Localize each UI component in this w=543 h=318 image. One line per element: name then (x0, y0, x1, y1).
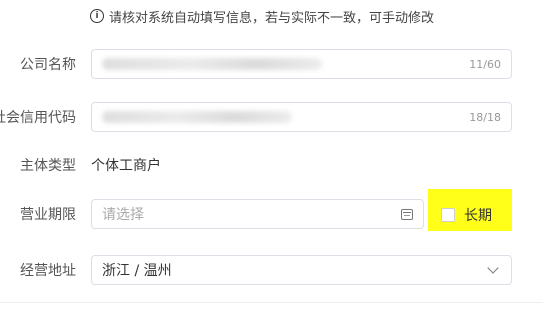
credit-code-input[interactable]: 18/18 (91, 102, 512, 132)
business-term-label: 营业期限 (20, 207, 76, 223)
entity-type-row: 主体类型 个体工商户 (0, 148, 543, 182)
business-term-date-picker[interactable]: 请选择 (91, 199, 424, 229)
company-name-row: 公司名称 11/60 (0, 47, 543, 81)
entity-type-label: 主体类型 (20, 158, 76, 174)
address-value: 浙江 / 温州 (102, 263, 172, 279)
address-select[interactable]: 浙江 / 温州 (91, 255, 512, 285)
credit-code-blurred-value (102, 111, 292, 123)
info-icon: i (90, 9, 104, 23)
company-name-char-counter: 11/60 (469, 57, 501, 71)
address-label: 经营地址 (20, 263, 76, 279)
company-name-label: 公司名称 (20, 57, 76, 73)
credit-code-row: 社会信用代码 18/18 (0, 100, 543, 134)
company-name-blurred-value (102, 58, 322, 70)
long-term-label: 长期 (464, 208, 492, 224)
bottom-divider (0, 302, 543, 303)
chevron-down-icon[interactable] (487, 262, 499, 274)
long-term-checkbox[interactable] (441, 208, 455, 222)
credit-code-label: 社会信用代码 (0, 110, 76, 126)
long-term-checkbox-option[interactable]: 长期 (441, 205, 492, 225)
calendar-icon[interactable] (401, 208, 413, 220)
business-term-placeholder: 请选择 (102, 207, 144, 223)
credit-code-char-counter: 18/18 (469, 110, 501, 124)
company-name-input[interactable]: 11/60 (91, 49, 512, 79)
entity-type-value: 个体工商户 (91, 158, 161, 174)
address-row: 经营地址 浙江 / 温州 (0, 253, 543, 287)
info-notice: i 请核对系统自动填写信息，若与实际不一致，可手动修改 (90, 6, 434, 26)
info-notice-text: 请核对系统自动填写信息，若与实际不一致，可手动修改 (109, 10, 435, 26)
